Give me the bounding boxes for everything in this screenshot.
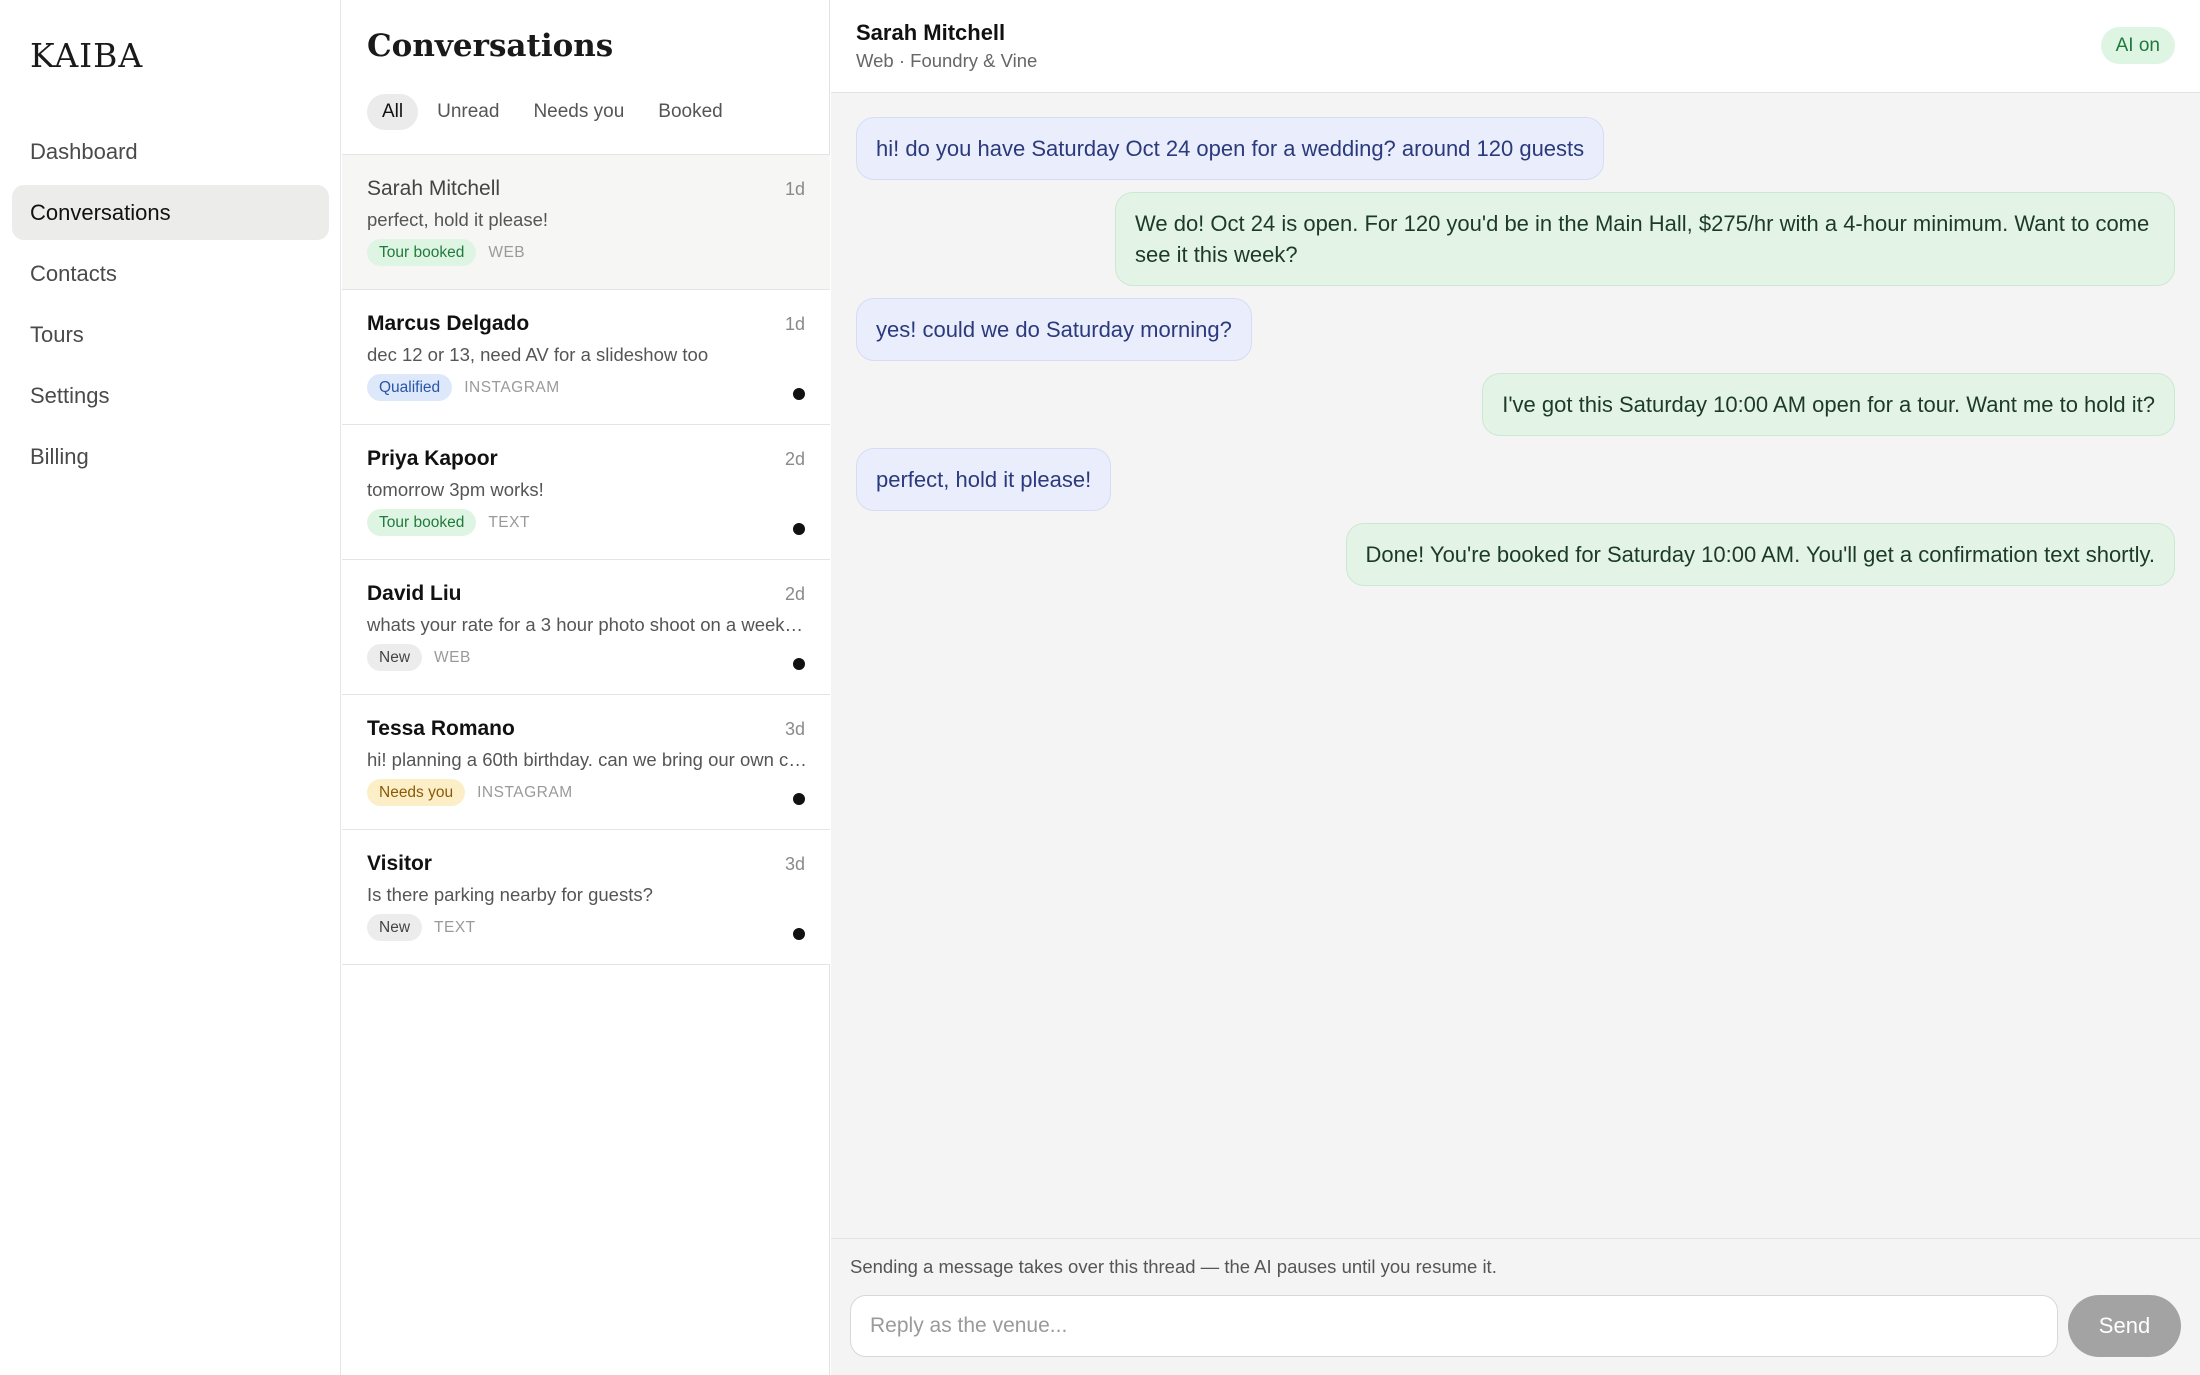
status-badge: Tour booked xyxy=(367,509,477,536)
unread-dot-icon xyxy=(793,793,805,805)
nav-item-billing[interactable]: Billing xyxy=(12,429,329,484)
incoming-message: perfect, hold it please! xyxy=(856,448,1112,511)
contact-name: Sarah Mitchell xyxy=(856,20,1006,45)
conversation-preview: whats your rate for a 3 hour photo shoot… xyxy=(367,614,807,635)
conversation-time: 1d xyxy=(784,314,805,334)
unread-dot-icon xyxy=(793,928,805,940)
conversation-thread: Sarah Mitchell Web · Foundry & Vine AI o… xyxy=(831,0,2200,1375)
nav-item-tours[interactable]: Tours xyxy=(12,307,329,362)
conversation-item[interactable]: Tessa Romano 3d hi! planning a 60th birt… xyxy=(342,695,830,830)
unread-dot-icon xyxy=(793,658,805,670)
conversation-meta: Qualified INSTAGRAM xyxy=(367,374,560,401)
message-list: hi! do you have Saturday Oct 24 open for… xyxy=(856,117,2175,586)
outgoing-message: We do! Oct 24 is open. For 120 you'd be … xyxy=(1115,192,2175,286)
conversation-item[interactable]: David Liu 2d whats your rate for a 3 hou… xyxy=(342,560,830,695)
conversation-time: 1d xyxy=(784,179,805,199)
conversation-name: Tessa Romano xyxy=(367,717,515,740)
conversation-time: 3d xyxy=(784,854,805,874)
status-badge: Qualified xyxy=(367,374,453,401)
contact-source: Web · Foundry & Vine xyxy=(856,50,1038,71)
nav-item-dashboard[interactable]: Dashboard xyxy=(12,124,329,179)
conversation-name: Marcus Delgado xyxy=(367,312,530,335)
conversation-name: David Liu xyxy=(367,582,462,605)
outgoing-message: I've got this Saturday 10:00 AM open for… xyxy=(1482,373,2175,436)
status-badge: New xyxy=(367,644,423,671)
conversation-preview: hi! planning a 60th birthday. can we bri… xyxy=(367,749,807,770)
conversation-preview: tomorrow 3pm works! xyxy=(367,479,544,500)
reply-input[interactable] xyxy=(850,1295,2058,1357)
conversation-item[interactable]: Marcus Delgado 1d dec 12 or 13, need AV … xyxy=(342,290,830,425)
channel-label: INSTAGRAM xyxy=(464,378,560,396)
thread-header: Sarah Mitchell Web · Foundry & Vine AI o… xyxy=(831,0,2200,93)
conversation-name: Sarah Mitchell xyxy=(367,177,501,200)
filter-tabs: All Unread Needs you Booked xyxy=(367,94,738,130)
nav-item-conversations[interactable]: Conversations xyxy=(12,185,329,240)
conversation-list-panel: Conversations All Unread Needs you Booke… xyxy=(342,0,830,1375)
unread-dot-icon xyxy=(793,388,805,400)
composer-note: Sending a message takes over this thread… xyxy=(850,1256,1497,1277)
channel-label: INSTAGRAM xyxy=(477,783,573,801)
unread-dot-icon xyxy=(793,523,805,535)
filter-booked[interactable]: Booked xyxy=(643,94,737,130)
channel-label: WEB xyxy=(434,648,471,666)
conversation-item[interactable]: Visitor 3d Is there parking nearby for g… xyxy=(342,830,830,965)
incoming-message: yes! could we do Saturday morning? xyxy=(856,298,1252,361)
status-badge: Needs you xyxy=(367,779,466,806)
conversation-time: 2d xyxy=(784,584,805,604)
conversation-item[interactable]: Priya Kapoor 2d tomorrow 3pm works! Tour… xyxy=(342,425,830,560)
conversation-meta: Tour booked TEXT xyxy=(367,509,530,536)
conversation-name: Priya Kapoor xyxy=(367,447,498,470)
filter-all[interactable]: All xyxy=(367,94,419,130)
conversation-meta: Tour booked WEB xyxy=(367,239,525,266)
filter-needs-you[interactable]: Needs you xyxy=(518,94,639,130)
conversation-list: Sarah Mitchell 1d perfect, hold it pleas… xyxy=(342,154,830,965)
ai-status-toggle[interactable]: AI on xyxy=(2100,27,2175,64)
message-composer: Sending a message takes over this thread… xyxy=(831,1238,2200,1375)
incoming-message: hi! do you have Saturday Oct 24 open for… xyxy=(856,117,1605,180)
conversation-meta: Needs you INSTAGRAM xyxy=(367,779,573,806)
filter-unread[interactable]: Unread xyxy=(422,94,514,130)
conversation-preview: perfect, hold it please! xyxy=(367,209,548,230)
send-button[interactable]: Send xyxy=(2068,1295,2181,1357)
status-badge: Tour booked xyxy=(367,239,477,266)
conversation-item[interactable]: Sarah Mitchell 1d perfect, hold it pleas… xyxy=(342,155,830,290)
nav-item-settings[interactable]: Settings xyxy=(12,368,329,423)
conversations-title: Conversations xyxy=(367,28,614,64)
conversation-preview: Is there parking nearby for guests? xyxy=(367,884,653,905)
nav-item-contacts[interactable]: Contacts xyxy=(12,246,329,301)
conversation-preview: dec 12 or 13, need AV for a slideshow to… xyxy=(367,344,709,365)
channel-label: TEXT xyxy=(434,918,476,936)
sidebar: KAIBA Dashboard Conversations Contacts T… xyxy=(0,0,341,1375)
conversation-name: Visitor xyxy=(367,852,432,875)
brand-logo[interactable]: KAIBA xyxy=(30,36,143,75)
outgoing-message: Done! You're booked for Saturday 10:00 A… xyxy=(1345,523,2175,586)
conversation-time: 2d xyxy=(784,449,805,469)
conversation-time: 3d xyxy=(784,719,805,739)
conversation-meta: New TEXT xyxy=(367,914,476,941)
main-nav: Dashboard Conversations Contacts Tours S… xyxy=(12,124,329,490)
channel-label: WEB xyxy=(488,243,526,261)
conversation-meta: New WEB xyxy=(367,644,471,671)
status-badge: New xyxy=(367,914,423,941)
channel-label: TEXT xyxy=(488,513,530,531)
